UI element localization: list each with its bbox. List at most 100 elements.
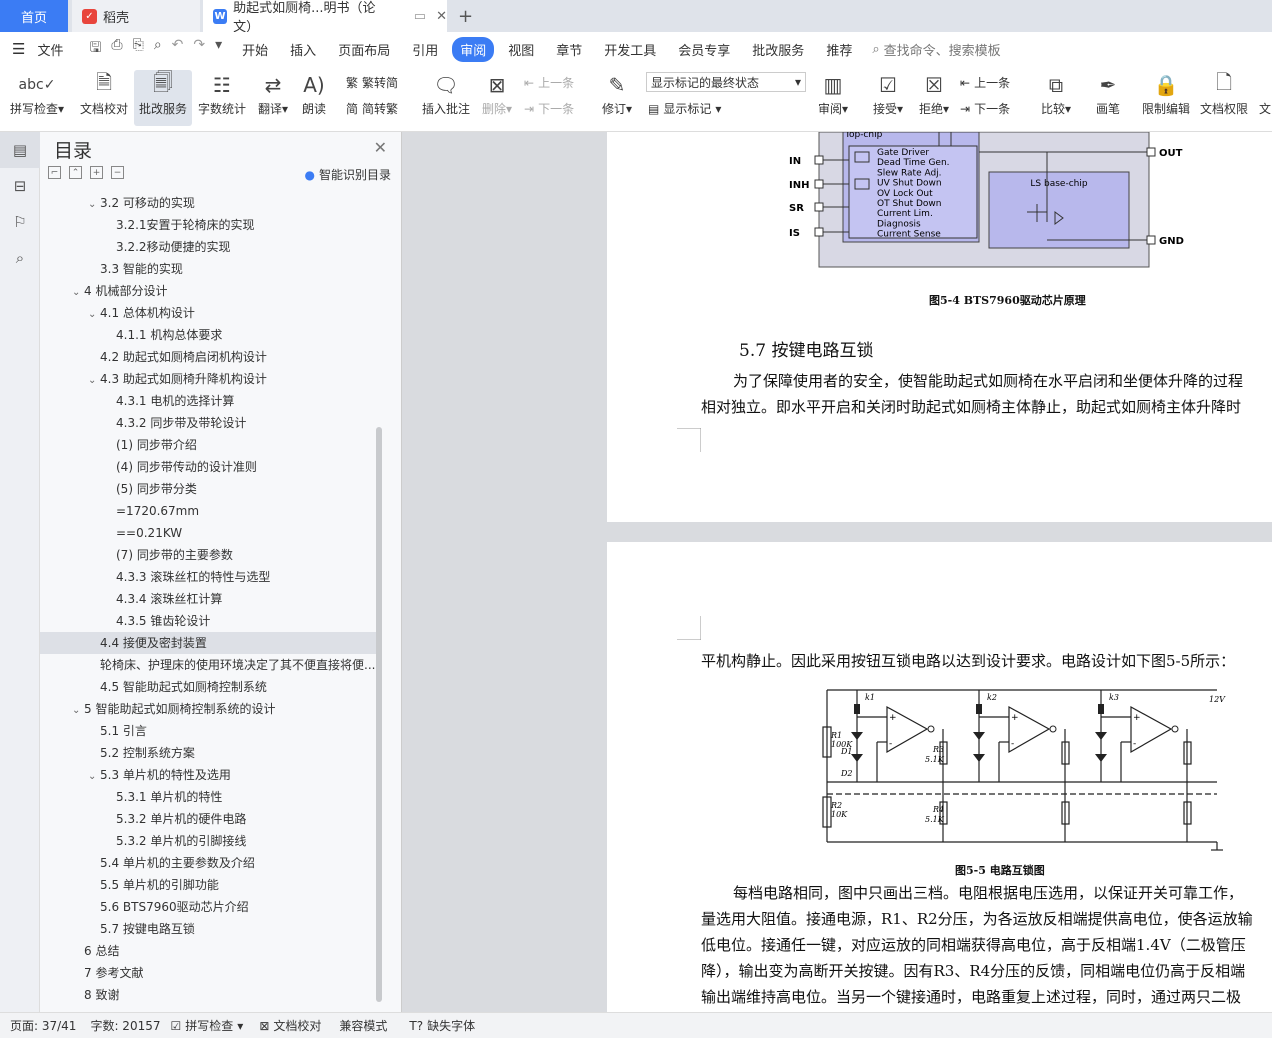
export-icon[interactable]: ⎙ — [111, 37, 122, 61]
word-count-button[interactable]: ☷ 字数统计 — [196, 70, 248, 126]
toc-item[interactable]: ⌄ 4.3 助起式如厕椅升降机构设计 — [68, 368, 378, 390]
hamburger-icon[interactable]: ☰ — [12, 40, 25, 58]
toc-item[interactable]: 5.2 控制系统方案 — [68, 742, 378, 764]
read-aloud-button[interactable]: A) 朗读 — [298, 70, 330, 126]
redo-icon[interactable]: ↷ — [193, 37, 205, 61]
toc-item[interactable]: 4.3.4 滚珠丝杠计算 — [68, 588, 378, 610]
close-icon[interactable]: ✕ — [374, 138, 387, 157]
translate-button[interactable]: ⇄ 翻译▾ — [254, 70, 292, 126]
toc-item[interactable]: 4.4 接便及密封装置 — [40, 632, 376, 654]
chevron-down-icon[interactable]: ⌄ — [88, 304, 100, 324]
chevron-down-icon[interactable]: ⌄ — [88, 194, 100, 214]
review-pane-button[interactable]: ▥ 审阅▾ — [814, 70, 852, 126]
tab-home[interactable]: 首页 — [0, 0, 68, 32]
chevron-down-icon[interactable]: ⌄ — [88, 766, 100, 786]
prev-comment-button[interactable]: ⇤ 上一条 — [524, 74, 574, 91]
delete-comment-button[interactable]: ⊠ 删除▾ — [478, 70, 516, 126]
command-search[interactable]: ⌕ 查找命令、搜索模板 — [872, 40, 1000, 59]
chevron-down-icon[interactable]: ⌄ — [88, 370, 100, 390]
tab-document[interactable]: W 助起式如厕椅...明书（论文） ▭ ✕ — [203, 0, 447, 35]
chevron-down-icon[interactable]: ⌄ — [72, 700, 84, 720]
bookmark-icon[interactable]: ⚐ — [0, 204, 40, 240]
toc-nav-icon[interactable]: ▤ — [0, 132, 40, 168]
toc-item[interactable]: 4.3.5 锥齿轮设计 — [68, 610, 378, 632]
menu-file[interactable]: 文件 — [29, 37, 71, 62]
chevron-down-icon[interactable]: ⌄ — [72, 282, 84, 302]
toc-item[interactable]: =1720.67mm — [68, 500, 378, 522]
s2t-button[interactable]: 简简转繁 — [346, 100, 398, 117]
spell-check-button[interactable]: abc✓ 拼写检查▾ — [6, 70, 68, 126]
collapse-icon[interactable]: ⌃ — [69, 166, 82, 179]
toc-item[interactable]: 4.3.2 同步带及带轮设计 — [68, 412, 378, 434]
page-indicator[interactable]: 页面: 37/41 — [10, 1017, 76, 1034]
t2s-button[interactable]: 繁繁转简 — [346, 74, 398, 91]
smart-toc-button[interactable]: ● 智能识别目录 — [305, 166, 392, 183]
doc-check-button[interactable]: 🗎 文档校对 — [76, 70, 132, 126]
toc-item[interactable]: (7) 同步带的主要参数 — [68, 544, 378, 566]
toc-item[interactable]: ⌄ 4.1 总体机构设计 — [68, 302, 378, 324]
compare-button[interactable]: ⧉ 比较▾ — [1036, 70, 1076, 126]
correction-service-button[interactable]: 🗐 批改服务 — [134, 70, 192, 126]
toc-item[interactable]: 3.3 智能的实现 — [68, 258, 378, 280]
prev-change-button[interactable]: ⇤ 上一条 — [960, 74, 1010, 91]
chapter-nav-icon[interactable]: ⊟ — [0, 168, 40, 204]
toc-settings-icon[interactable]: ⌐ — [48, 166, 61, 179]
toc-item[interactable]: 4.3.1 电机的选择计算 — [68, 390, 378, 412]
toc-item[interactable]: 8 致谢 — [68, 984, 378, 1006]
markup-state-select[interactable]: 显示标记的最终状态 ▾ — [646, 72, 806, 92]
restrict-edit-button[interactable]: 🔒 限制编辑 — [1140, 70, 1192, 126]
toc-item[interactable]: 5.3.2 单片机的引脚接线 — [68, 830, 378, 852]
toc-item[interactable]: ⌄ 5.3 单片机的特性及选用 — [68, 764, 378, 786]
reject-button[interactable]: ☒ 拒绝▾ — [914, 70, 954, 126]
toc-item[interactable]: 5.3.2 单片机的硬件电路 — [68, 808, 378, 830]
accept-button[interactable]: ☑ 接受▾ — [868, 70, 908, 126]
next-comment-button[interactable]: ⇥ 下一条 — [524, 100, 574, 117]
print-icon[interactable]: ⎘ — [133, 37, 144, 61]
toc-item[interactable]: 4.2 助起式如厕椅启闭机构设计 — [68, 346, 378, 368]
quick-access-more-icon[interactable]: ▾ — [215, 37, 222, 61]
menu-item[interactable]: 章节 — [548, 37, 590, 62]
toc-item[interactable]: (1) 同步带介绍 — [68, 434, 378, 456]
menu-item[interactable]: 页面布局 — [330, 37, 398, 62]
status-spell-check[interactable]: ☑ 拼写检查 ▾ — [171, 1017, 244, 1034]
toc-item[interactable]: 7 参考文献 — [68, 962, 378, 984]
next-change-button[interactable]: ⇥ 下一条 — [960, 100, 1010, 117]
menu-item[interactable]: 开发工具 — [596, 37, 664, 62]
minus-icon[interactable]: − — [111, 166, 124, 179]
pen-button[interactable]: ✒ 画笔 — [1090, 70, 1126, 126]
word-count-indicator[interactable]: 字数: 20157 — [90, 1017, 160, 1034]
toc-item[interactable]: 6 总结 — [68, 940, 378, 962]
new-tab-icon[interactable]: + — [458, 0, 473, 32]
tab-float-icon[interactable]: ▭ — [414, 9, 426, 24]
document-canvas[interactable]: Top-chip LS base-chip Gate Driver Dead Ti… — [402, 132, 1272, 1012]
toc-item[interactable]: (5) 同步带分类 — [68, 478, 378, 500]
toc-item[interactable]: ==0.21KW — [68, 522, 378, 544]
insert-comment-button[interactable]: 🗨 插入批注 — [420, 70, 472, 126]
tab-close-icon[interactable]: ✕ — [436, 9, 447, 24]
track-changes-button[interactable]: ✎ 修订▾ — [598, 70, 636, 126]
toc-item[interactable]: 3.2.2移动便捷的实现 — [68, 236, 378, 258]
toc-item[interactable]: (4) 同步带传动的设计准则 — [68, 456, 378, 478]
status-doc-check[interactable]: ⊠ 文档校对 — [259, 1017, 321, 1034]
menu-item[interactable]: 推荐 — [818, 37, 860, 62]
undo-icon[interactable]: ↶ — [172, 37, 184, 61]
menu-item[interactable]: 视图 — [500, 37, 542, 62]
toc-item[interactable]: 5.4 单片机的主要参数及介绍 — [68, 852, 378, 874]
missing-font-button[interactable]: T? 缺失字体 — [409, 1017, 475, 1034]
toc-item[interactable]: 4.1.1 机构总体要求 — [68, 324, 378, 346]
expand-icon[interactable]: + — [90, 166, 103, 179]
more-button[interactable]: 文 — [1258, 70, 1272, 126]
tab-docer[interactable]: ✓ 稻壳 — [72, 0, 200, 32]
menu-item[interactable]: 开始 — [234, 37, 276, 62]
toc-item[interactable]: 3.2.1安置于轮椅床的实现 — [68, 214, 378, 236]
show-markup-button[interactable]: ▤ 显示标记 ▾ — [648, 100, 721, 117]
toc-item[interactable]: 5.6 BTS7960驱动芯片介绍 — [68, 896, 378, 918]
toc-item[interactable]: ⌄ 4 机械部分设计 — [68, 280, 378, 302]
save-icon[interactable]: 🖫 — [89, 37, 101, 61]
toc-item[interactable]: 5.5 单片机的引脚功能 — [68, 874, 378, 896]
menu-item[interactable]: 批改服务 — [744, 37, 812, 62]
toc-scrollbar[interactable] — [376, 427, 382, 1002]
doc-permission-button[interactable]: 🗋 文档权限 — [1198, 70, 1250, 126]
toc-item[interactable]: 4.3.3 滚珠丝杠的特性与选型 — [68, 566, 378, 588]
toc-item[interactable]: ⌄ 3.2 可移动的实现 — [68, 192, 378, 214]
